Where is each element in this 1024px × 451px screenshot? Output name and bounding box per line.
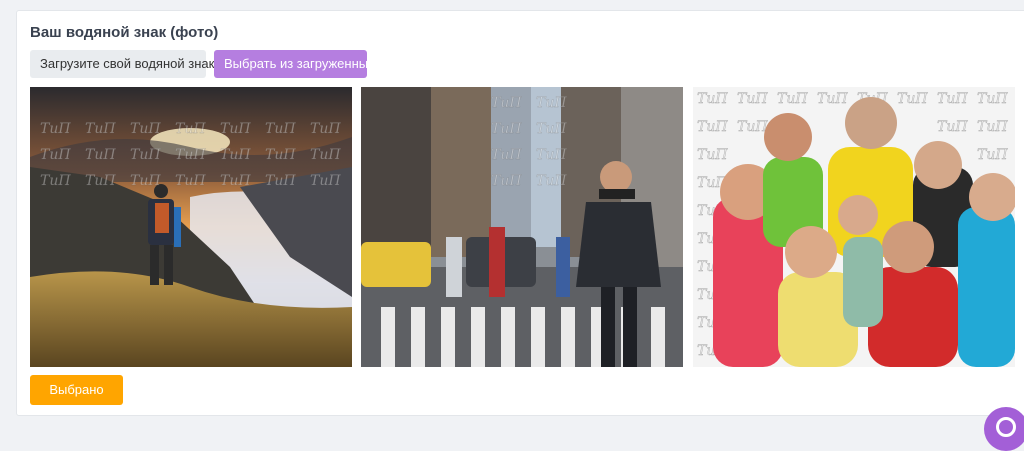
svg-text:ТиП: ТиП: [777, 91, 808, 107]
svg-text:ТиП: ТиП: [220, 147, 251, 163]
choose-from-uploaded-button[interactable]: Выбрать из загруженных: [214, 50, 375, 78]
preview-photo-friends: ТиП ТиП ТиП ТиП ТиП ТиП ТиП ТиП ТиП ТиП ТиП ТиП Ти…: [693, 87, 1015, 367]
selected-button[interactable]: Выбрано: [30, 375, 123, 405]
svg-text:ТиП: ТиП: [536, 95, 567, 111]
svg-text:ТиП: ТиП: [220, 173, 251, 189]
preview-photo-city: ТиП ТиП ТиП ТиП ТиП ТиП ТиП ТиП: [361, 87, 683, 367]
svg-text:ТиП: ТиП: [265, 147, 296, 163]
svg-text:ТиП: ТиП: [85, 121, 116, 137]
svg-text:ТиП: ТиП: [265, 173, 296, 189]
svg-text:ТиП: ТиП: [130, 147, 161, 163]
preview-photo-hiker: ТиП ТиП ТиП ТиП ТиП ТиП ТиП ТиП ТиП ТиП ТиП ТиП ТиП…: [30, 87, 352, 367]
svg-text:ТиП: ТиП: [897, 91, 928, 107]
svg-text:ТиП: ТиП: [175, 121, 206, 137]
svg-text:ТиП: ТиП: [310, 147, 341, 163]
chat-widget-button[interactable]: [984, 407, 1024, 451]
svg-text:ТиП: ТиП: [977, 91, 1008, 107]
svg-text:ТиП: ТиП: [130, 173, 161, 189]
svg-text:ТиП: ТиП: [817, 91, 848, 107]
svg-text:ТиП: ТиП: [265, 121, 296, 137]
svg-text:ТиП: ТиП: [491, 173, 522, 189]
svg-text:ТиП: ТиП: [310, 173, 341, 189]
svg-text:ТиП: ТиП: [536, 173, 567, 189]
svg-text:ТиП: ТиП: [977, 119, 1008, 135]
svg-text:ТиП: ТиП: [85, 173, 116, 189]
svg-text:ТиП: ТиП: [937, 119, 968, 135]
svg-text:ТиП: ТиП: [536, 147, 567, 163]
section-title: Ваш водяной знак (фото): [30, 24, 219, 41]
svg-text:ТиП: ТиП: [40, 173, 71, 189]
chat-icon: [996, 417, 1016, 437]
svg-text:ТиП: ТиП: [220, 121, 251, 137]
svg-text:ТиП: ТиП: [697, 91, 728, 107]
upload-watermark-button[interactable]: Загрузите свой водяной знак: [30, 50, 214, 78]
svg-text:ТиП: ТиП: [697, 147, 728, 163]
svg-text:ТиП: ТиП: [491, 121, 522, 137]
svg-text:ТиП: ТиП: [175, 173, 206, 189]
svg-text:ТиП: ТиП: [310, 121, 341, 137]
svg-text:ТиП: ТиП: [175, 147, 206, 163]
svg-text:ТиП: ТиП: [491, 147, 522, 163]
svg-text:ТиП: ТиП: [85, 147, 116, 163]
svg-text:ТиП: ТиП: [40, 147, 71, 163]
svg-text:ТиП: ТиП: [130, 121, 161, 137]
svg-text:ТиП: ТиП: [937, 91, 968, 107]
svg-text:ТиП: ТиП: [491, 95, 522, 111]
watermark-card: Ваш водяной знак (фото) Загрузите свой в…: [16, 10, 1024, 416]
svg-text:ТиП: ТиП: [697, 119, 728, 135]
svg-text:ТиП: ТиП: [977, 147, 1008, 163]
svg-text:ТиП: ТиП: [536, 121, 567, 137]
svg-text:ТиП: ТиП: [737, 91, 768, 107]
svg-text:ТиП: ТиП: [40, 121, 71, 137]
svg-text:ТиП: ТиП: [737, 119, 768, 135]
